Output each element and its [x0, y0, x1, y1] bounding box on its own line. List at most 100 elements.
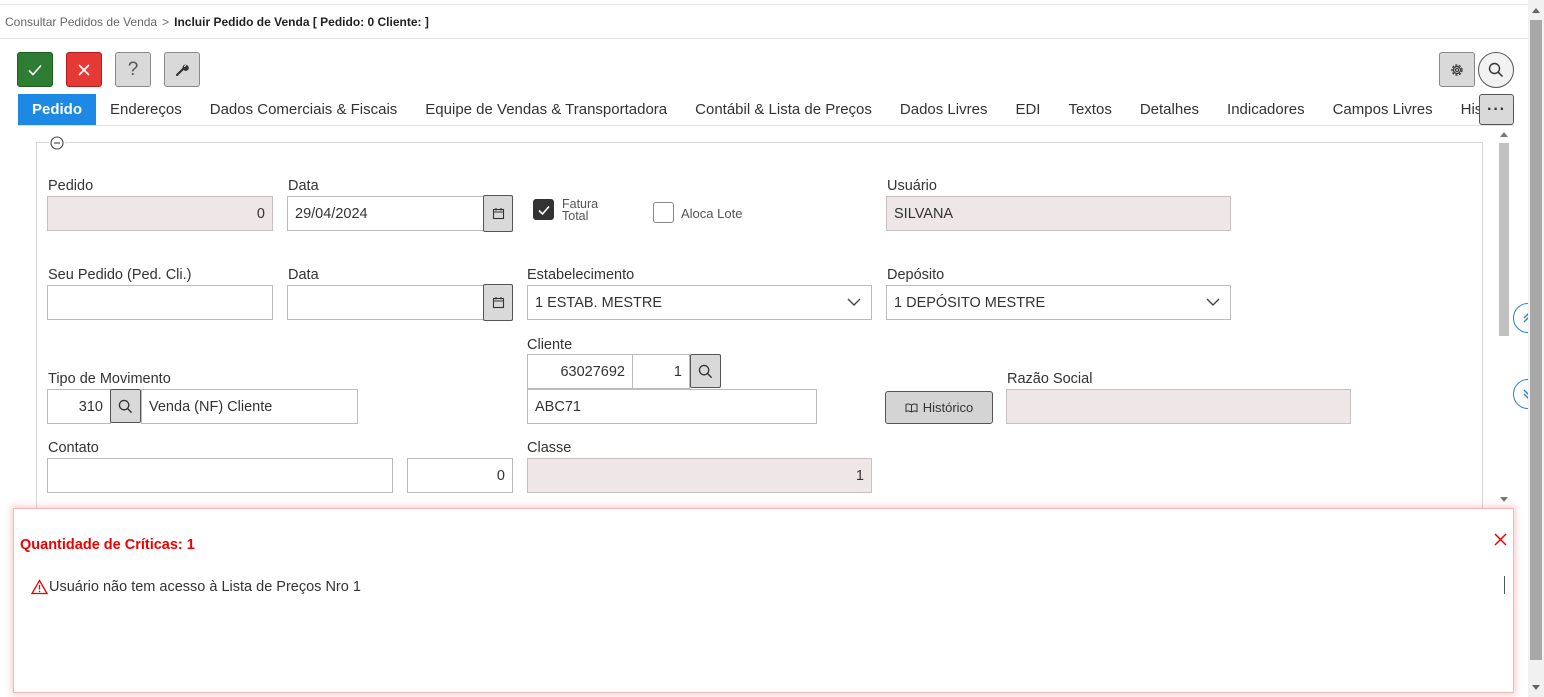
- data2-calendar-button[interactable]: [483, 284, 513, 321]
- cliente-seq-field[interactable]: 1: [632, 354, 690, 389]
- cliente-code-field[interactable]: 63027692: [527, 354, 633, 389]
- page-scroll-thumb[interactable]: [1530, 20, 1542, 660]
- seu-pedido-field[interactable]: [47, 285, 273, 320]
- tab-edi[interactable]: EDI: [1001, 94, 1054, 125]
- chevron-down-icon: [847, 298, 861, 306]
- cliente-label: Cliente: [527, 337, 573, 353]
- tab-bar: Pedido Endereços Dados Comerciais & Fisc…: [18, 94, 1480, 125]
- cancel-button[interactable]: [66, 52, 102, 87]
- close-icon: [78, 63, 90, 76]
- chevron-down-icon: [1206, 298, 1220, 306]
- critics-panel: Quantidade de Críticas: 1 Usuário não te…: [13, 508, 1514, 693]
- tab-contabil[interactable]: Contábil & Lista de Preços: [681, 94, 886, 125]
- tipo-movimento-search-button[interactable]: [110, 389, 141, 423]
- critics-scroll-indicator: [1504, 576, 1505, 594]
- razao-social-field[interactable]: [1006, 389, 1351, 424]
- tab-pedido[interactable]: Pedido: [18, 94, 97, 125]
- deposito-label: Depósito: [887, 267, 945, 283]
- tools-button[interactable]: [164, 52, 200, 87]
- gear-icon: [1451, 63, 1463, 76]
- scroll-down-arrow[interactable]: [1500, 497, 1508, 502]
- historico-button[interactable]: Histórico: [885, 391, 993, 424]
- tab-historico[interactable]: Histórico de: [1447, 94, 1480, 125]
- tipo-movimento-label: Tipo de Movimento: [48, 371, 171, 387]
- tab-campos-livres[interactable]: Campos Livres: [1319, 94, 1447, 125]
- estabelecimento-label: Estabelecimento: [527, 267, 635, 283]
- breadcrumb: Consultar Pedidos de Venda > Incluir Pedid…: [5, 15, 429, 29]
- estabelecimento-select[interactable]: 1 ESTAB. MESTRE: [527, 285, 872, 320]
- razao-social-label: Razão Social: [1007, 371, 1093, 387]
- page-scroll-down-arrow[interactable]: [1532, 685, 1540, 690]
- contato-number-field[interactable]: 0: [407, 458, 513, 493]
- tipo-movimento-description-field[interactable]: Venda (NF) Cliente: [141, 389, 358, 424]
- check-icon: [28, 64, 42, 76]
- search-icon: [118, 399, 133, 413]
- breadcrumb-parent-link[interactable]: Consultar Pedidos de Venda: [5, 15, 157, 29]
- aloca-lote-checkbox[interactable]: [653, 202, 674, 223]
- classe-label: Classe: [527, 440, 572, 456]
- usuario-field[interactable]: SILVANA: [886, 196, 1231, 231]
- critics-message-text: Usuário não tem acesso à Lista de Preços…: [49, 579, 361, 595]
- warning-icon: [31, 579, 48, 595]
- help-button[interactable]: ?: [115, 52, 151, 87]
- calendar-icon: [492, 208, 504, 220]
- minus-circle-icon: [50, 136, 64, 150]
- deposito-value: 1 DEPÓSITO MESTRE: [894, 294, 1046, 311]
- pedido-field[interactable]: 0: [47, 196, 273, 231]
- tab-enderecos[interactable]: Endereços: [96, 94, 196, 125]
- collapse-toggle[interactable]: [49, 135, 65, 151]
- tipo-movimento-code-field[interactable]: 310: [47, 389, 111, 424]
- cliente-name-field[interactable]: ABC71: [527, 389, 817, 424]
- wrench-icon: [175, 63, 189, 76]
- question-icon: ?: [127, 58, 139, 80]
- pedido-label: Pedido: [48, 178, 94, 194]
- critics-title: Quantidade de Críticas: 1: [20, 537, 195, 553]
- tab-indicadores[interactable]: Indicadores: [1213, 94, 1319, 125]
- global-search-button[interactable]: [1478, 52, 1514, 88]
- data-calendar-button[interactable]: [483, 195, 513, 232]
- breadcrumb-divider: [0, 38, 1528, 39]
- breadcrumb-separator: >: [162, 15, 170, 29]
- scroll-thumb[interactable]: [1499, 143, 1509, 336]
- page-title: Incluir Pedido de Venda [ Pedido: 0 Clie…: [174, 15, 429, 29]
- fatura-total-checkbox[interactable]: [533, 199, 554, 220]
- data2-field[interactable]: [287, 285, 485, 320]
- historico-button-label: Histórico: [922, 400, 974, 415]
- page-scrollbar[interactable]: [1528, 0, 1544, 697]
- tab-divider: [18, 125, 1514, 126]
- critics-close-button[interactable]: [1494, 533, 1507, 551]
- fatura-total-label: Fatura Total: [562, 198, 598, 223]
- contato-field[interactable]: [47, 458, 393, 493]
- tab-dados-comerciais[interactable]: Dados Comerciais & Fiscais: [196, 94, 412, 125]
- classe-field[interactable]: 1: [527, 458, 872, 493]
- search-icon: [1488, 62, 1504, 78]
- seu-pedido-label: Seu Pedido (Ped. Cli.): [48, 267, 192, 283]
- cliente-search-button[interactable]: [690, 354, 721, 388]
- contato-label: Contato: [48, 440, 99, 456]
- calendar-icon: [492, 297, 504, 309]
- tabs-more-button[interactable]: ···: [1479, 94, 1514, 125]
- scroll-up-arrow[interactable]: [1500, 132, 1508, 137]
- top-edge: [0, 0, 1528, 5]
- tab-detalhes[interactable]: Detalhes: [1126, 94, 1213, 125]
- critics-message: Usuário não tem acesso à Lista de Preços…: [31, 579, 361, 595]
- tab-dados-livres[interactable]: Dados Livres: [886, 94, 1002, 125]
- tab-equipe-vendas[interactable]: Equipe de Vendas & Transportadora: [411, 94, 681, 125]
- deposito-select[interactable]: 1 DEPÓSITO MESTRE: [886, 285, 1231, 320]
- close-icon: [1494, 533, 1507, 546]
- tab-textos[interactable]: Textos: [1054, 94, 1125, 125]
- page-scroll-up-arrow[interactable]: [1532, 8, 1540, 13]
- data-field[interactable]: 29/04/2024: [287, 196, 485, 231]
- book-icon: [905, 403, 918, 413]
- confirm-button[interactable]: [17, 52, 53, 87]
- form-scrollbar[interactable]: [1496, 127, 1512, 507]
- data2-label: Data: [288, 267, 319, 283]
- estabelecimento-value: 1 ESTAB. MESTRE: [535, 294, 663, 311]
- check-icon: [537, 205, 550, 215]
- fatura-total-label-line2: Total: [562, 209, 589, 223]
- usuario-label: Usuário: [887, 178, 937, 194]
- data-label: Data: [288, 178, 319, 194]
- settings-button[interactable]: [1439, 52, 1475, 87]
- search-icon: [698, 364, 713, 378]
- aloca-lote-label: Aloca Lote: [681, 206, 743, 221]
